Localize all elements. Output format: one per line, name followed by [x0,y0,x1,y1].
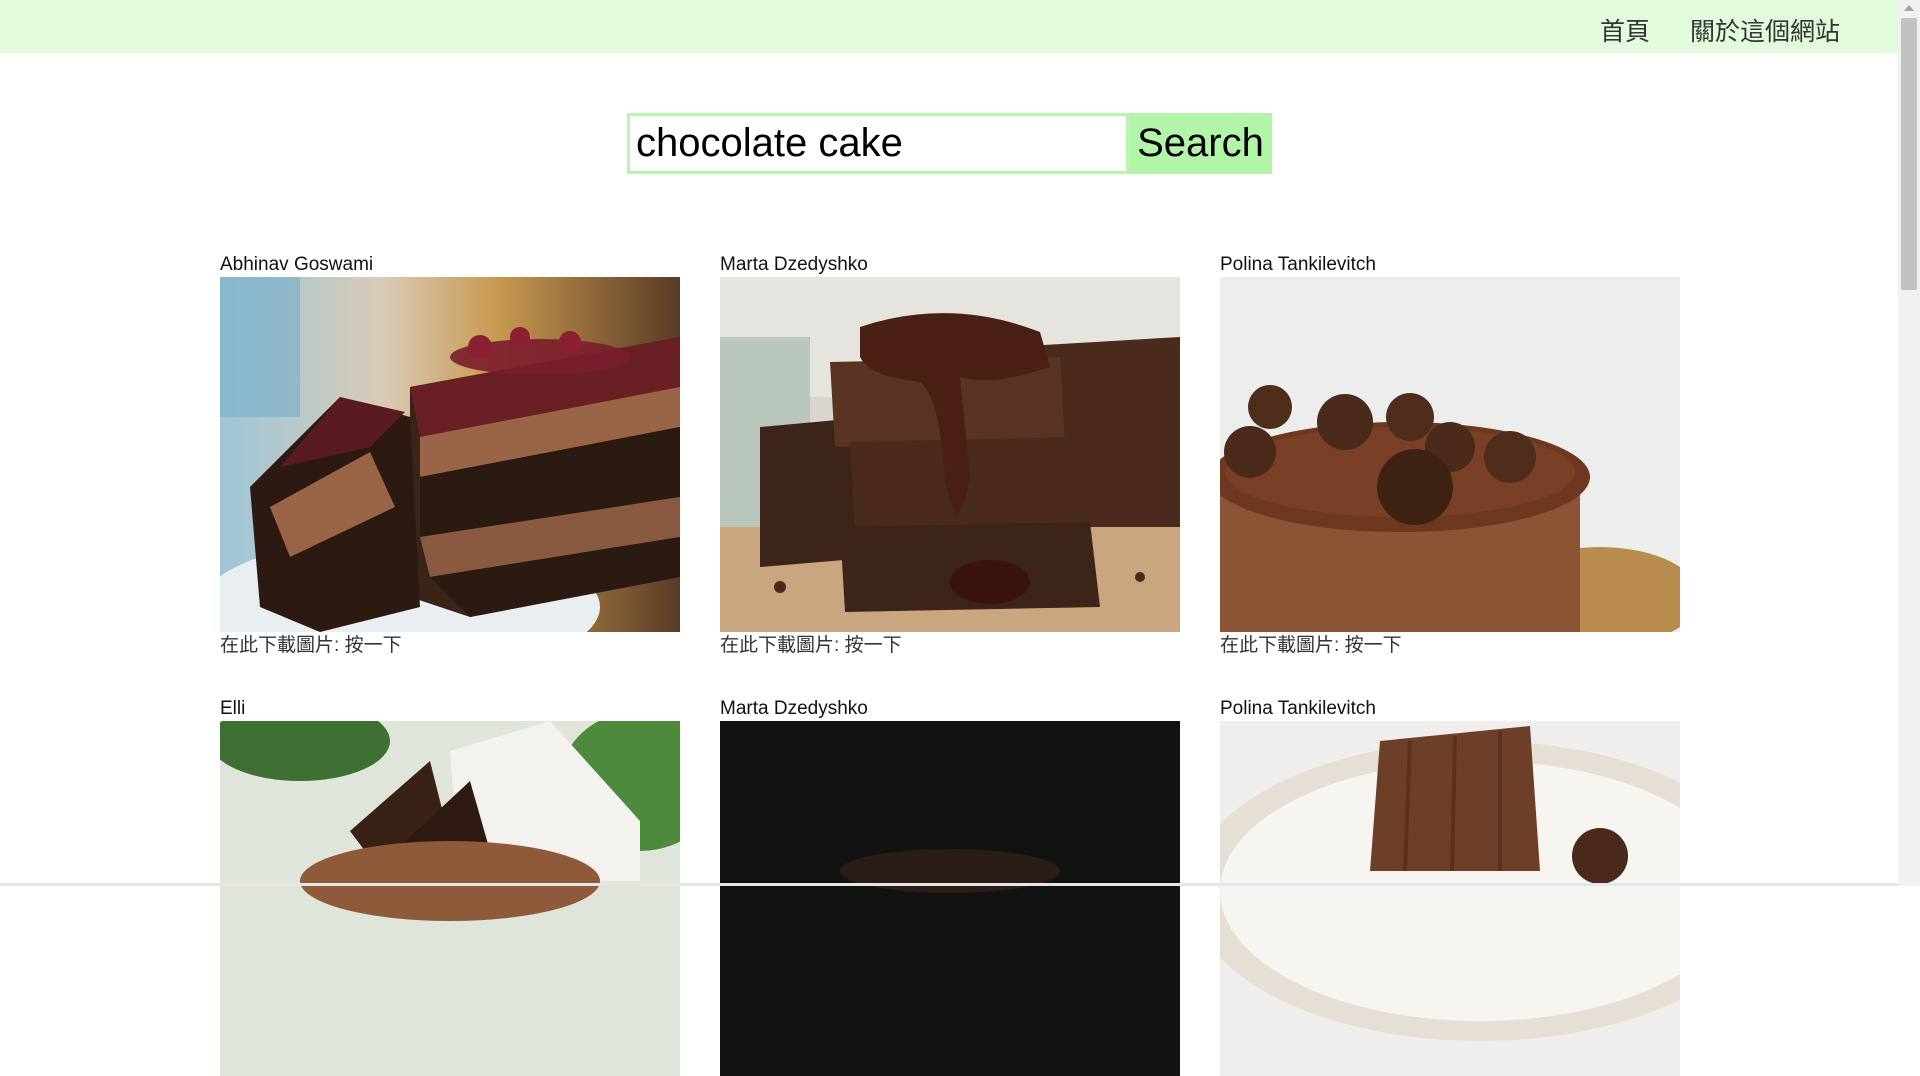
vertical-scrollbar[interactable] [1898,0,1920,886]
download-link[interactable]: 按一下 [345,635,402,656]
result-card: Polina Tankilevitch [1220,698,1680,1076]
result-photo[interactable] [220,277,680,632]
photographer-name[interactable]: Elli [220,698,680,720]
mousse-cake-photo [220,721,680,1076]
result-card: Marta Dzedyshko 在此下載圖片: 按一下 [720,254,1180,658]
search-button[interactable]: Search [1129,113,1272,174]
scroll-up-arrow-icon[interactable] [1904,5,1914,11]
photographer-name[interactable]: Marta Dzedyshko [720,698,1180,720]
result-photo[interactable] [720,721,1180,1076]
search-input[interactable] [627,113,1129,174]
scrollbar-thumb[interactable] [1901,18,1917,290]
download-label: 在此下載圖片: [220,635,345,656]
download-row: 在此下載圖片: 按一下 [720,634,1180,658]
top-nav-bar: 首頁 關於這個網站 [0,0,1898,53]
photographer-name[interactable]: Polina Tankilevitch [1220,698,1680,720]
truffle-cake-photo [1220,277,1680,632]
nav-about-link[interactable]: 關於這個網站 [1690,12,1840,48]
photographer-name[interactable]: Abhinav Goswami [220,254,680,276]
download-row: 在此下載圖片: 按一下 [1220,634,1680,658]
result-card: Marta Dzedyshko [720,698,1180,1076]
cake-slice-plate-photo [1220,721,1680,1076]
result-photo[interactable] [220,721,680,1076]
result-card: Polina Tankilevitch 在此下載圖片: 按一下 [1220,254,1680,658]
result-photo[interactable] [1220,721,1680,1076]
search-form: Search [627,113,1272,174]
cake-slice-photo [220,277,680,632]
dark-cake-photo [720,721,1180,1076]
nav-home-link[interactable]: 首頁 [1600,12,1650,48]
result-card: Elli [220,698,680,1076]
brownie-stack-photo [720,277,1180,632]
download-link[interactable]: 按一下 [845,635,902,656]
result-photo[interactable] [720,277,1180,632]
photographer-name[interactable]: Marta Dzedyshko [720,254,1180,276]
download-label: 在此下載圖片: [720,635,845,656]
download-row: 在此下載圖片: 按一下 [220,634,680,658]
download-label: 在此下載圖片: [1220,635,1345,656]
download-link[interactable]: 按一下 [1345,635,1402,656]
result-card: Abhinav Goswami 在此下載圖片: 按一下 [220,254,680,658]
result-photo[interactable] [1220,277,1680,632]
photographer-name[interactable]: Polina Tankilevitch [1220,254,1680,276]
